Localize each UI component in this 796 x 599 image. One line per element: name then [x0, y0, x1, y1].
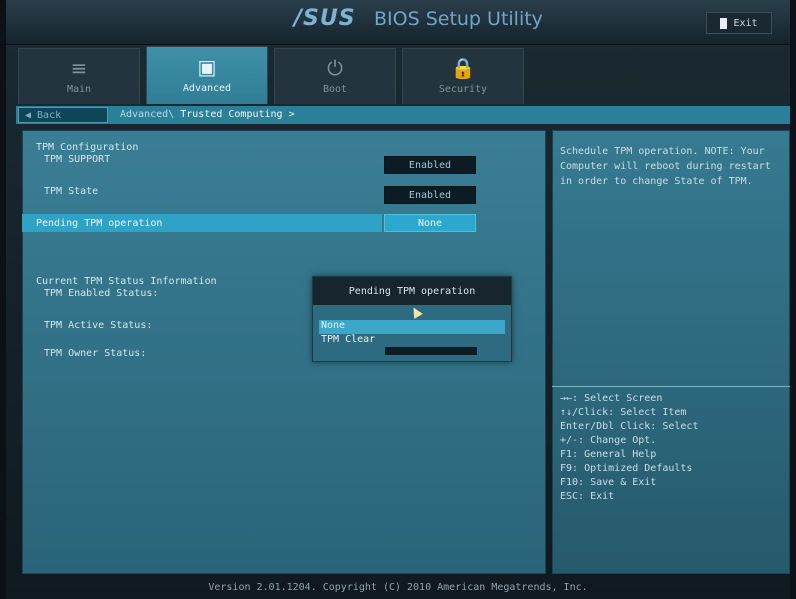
tab-label: Main — [66, 84, 92, 95]
setting-label-pending-tpm: Pending TPM operation — [36, 218, 163, 229]
help-line: Computer will reboot during restart — [560, 161, 771, 172]
lock-icon: 🔒 — [450, 56, 476, 80]
tab-label: Security — [438, 84, 488, 95]
setting-label-tpm-support: TPM SUPPORT — [44, 154, 111, 165]
status-label-enabled: TPM Enabled Status: — [44, 288, 159, 299]
breadcrumb-parent[interactable]: Advanced\ — [120, 109, 174, 120]
tab-boot[interactable]: ⏻ Boot — [274, 48, 396, 104]
key-hint: +/-: Change Opt. — [560, 435, 657, 446]
tpm-state-value[interactable]: Enabled — [384, 186, 476, 204]
key-hint: ESC: Exit — [560, 491, 615, 502]
bios-window: /SUS BIOS Setup Utility Exit ≡ Main ▣ Ad… — [6, 0, 790, 599]
tpm-support-value[interactable]: Enabled — [384, 156, 476, 174]
status-section-title: Current TPM Status Information — [36, 276, 217, 287]
key-legend: →←: Select Screen ↑↓/Click: Select Item … — [560, 392, 698, 504]
advanced-settings-icon: ▣ — [197, 55, 217, 79]
popup-option-tpm-clear[interactable]: TPM Clear — [319, 334, 505, 348]
key-hint: Enter/Dbl Click: Select — [560, 421, 699, 432]
back-label: Back — [37, 109, 62, 121]
list-icon: ≡ — [70, 56, 88, 80]
section-title: TPM Configuration — [36, 142, 139, 153]
key-hint: ↑↓/Click: Select Item — [560, 407, 687, 418]
key-hint: F1: General Help — [560, 449, 657, 460]
help-divider — [552, 386, 790, 387]
breadcrumb-current: Trusted Computing > — [180, 109, 295, 120]
help-panel: Schedule TPM operation. NOTE: Your Compu… — [552, 130, 790, 574]
breadcrumb: ◀ Back Advanced\ Trusted Computing > — [16, 106, 790, 124]
header-bar: /SUS BIOS Setup Utility Exit — [6, 0, 790, 45]
back-arrow-icon: ◀ — [25, 109, 32, 121]
mouse-cursor-icon — [409, 305, 423, 319]
status-label-active: TPM Active Status: — [44, 320, 153, 331]
tab-security[interactable]: 🔒 Security — [402, 48, 524, 104]
popup-title: Pending TPM operation — [313, 277, 511, 305]
help-line: Schedule TPM operation. NOTE: Your — [560, 146, 765, 157]
exit-button[interactable]: Exit — [706, 12, 772, 34]
pending-tpm-popup: Pending TPM operation None TPM Clear — [312, 276, 512, 362]
popup-shadow-field — [385, 347, 477, 355]
tab-label: Boot — [322, 84, 348, 95]
power-icon: ⏻ — [327, 56, 343, 80]
key-hint: F10: Save & Exit — [560, 477, 657, 488]
popup-option-none[interactable]: None — [319, 320, 505, 334]
key-hint: F9: Optimized Defaults — [560, 463, 693, 474]
key-hint: →←: Select Screen — [560, 393, 663, 404]
pending-tpm-value[interactable]: None — [384, 214, 476, 232]
tab-advanced[interactable]: ▣ Advanced — [146, 46, 268, 104]
tab-label: Advanced — [182, 83, 232, 94]
settings-panel: TPM Configuration TPM SUPPORT Enabled TP… — [22, 130, 546, 574]
help-line: in order to change State of TPM. — [560, 176, 753, 187]
exit-icon — [720, 17, 728, 29]
app-title: BIOS Setup Utility — [374, 8, 543, 30]
version-footer: Version 2.01.1204. Copyright (C) 2010 Am… — [208, 582, 588, 593]
status-label-owner: TPM Owner Status: — [44, 348, 147, 359]
tab-main[interactable]: ≡ Main — [18, 48, 140, 104]
breadcrumb-path: Advanced\ Trusted Computing > — [120, 109, 295, 120]
help-description: Schedule TPM operation. NOTE: Your Compu… — [560, 144, 771, 189]
setting-label-tpm-state: TPM State — [44, 186, 99, 197]
exit-label: Exit — [733, 17, 758, 29]
back-button[interactable]: ◀ Back — [18, 107, 108, 123]
asus-logo: /SUS — [294, 6, 356, 31]
